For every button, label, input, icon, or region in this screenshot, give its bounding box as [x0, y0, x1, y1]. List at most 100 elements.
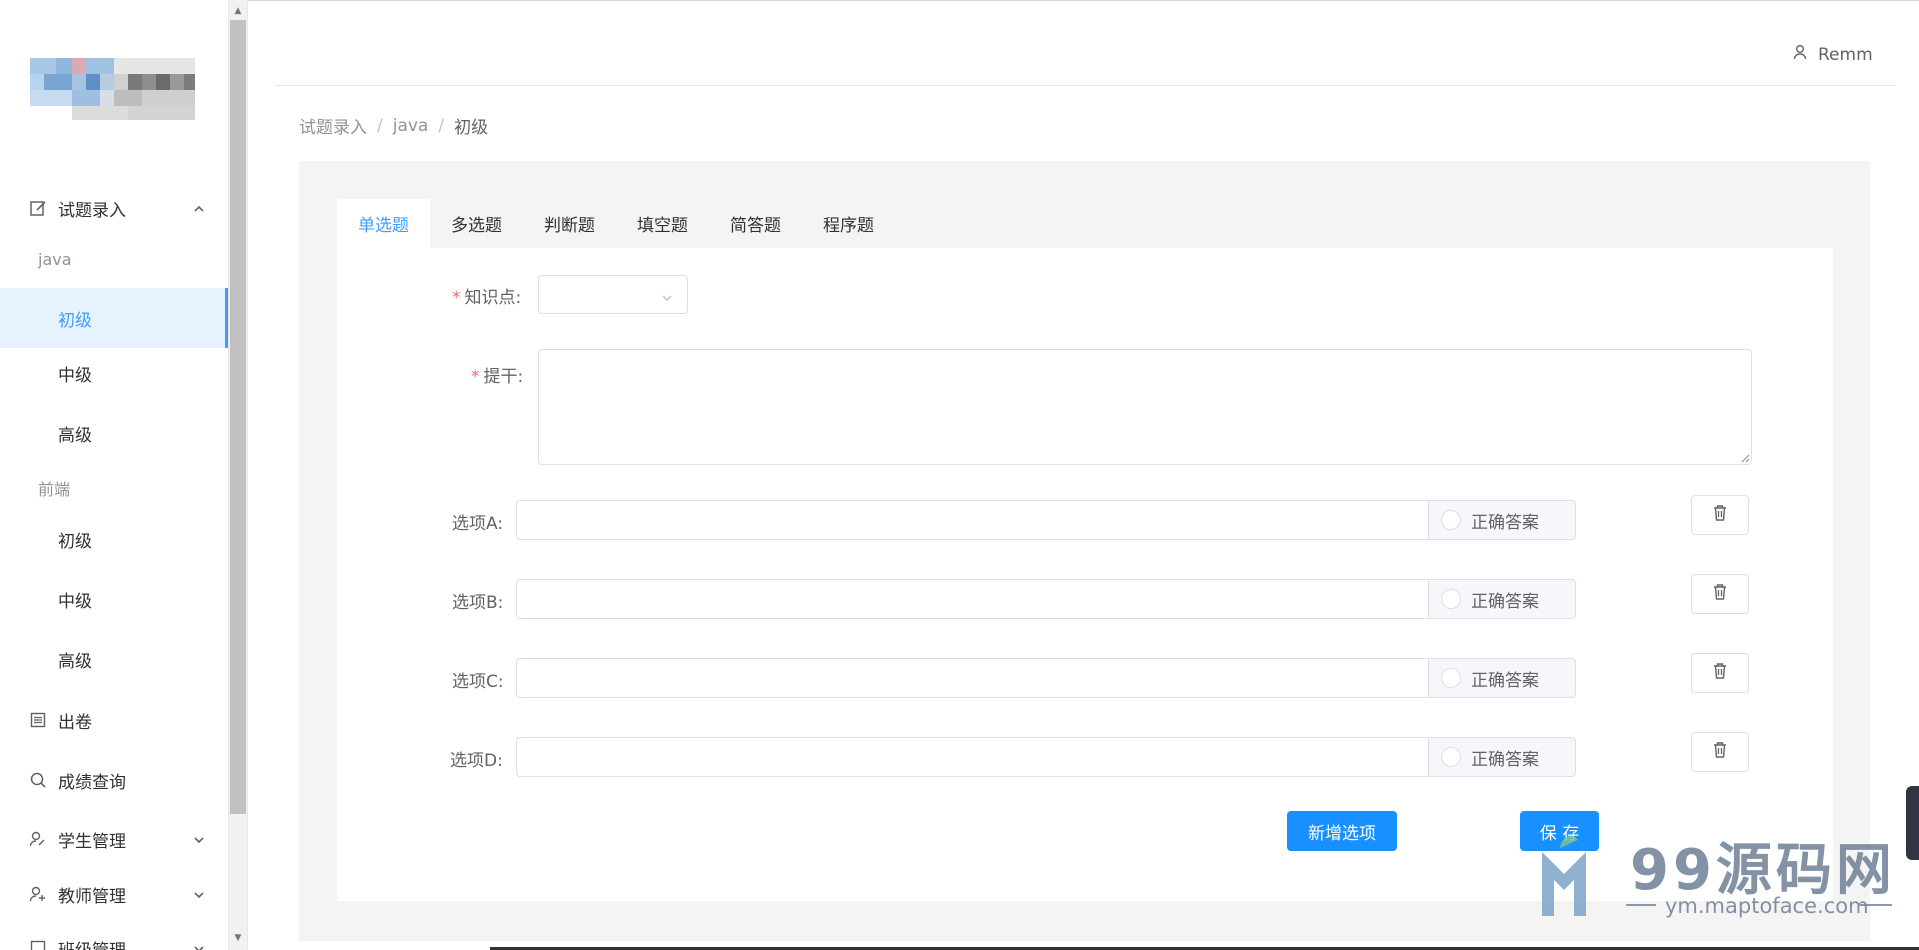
- breadcrumb-item[interactable]: 试题录入: [299, 113, 367, 138]
- user-icon: [1792, 44, 1808, 65]
- user-add-icon: [28, 884, 48, 904]
- menu-class-management[interactable]: 班级管理: [0, 936, 228, 950]
- scroll-up-arrow-icon[interactable]: ▲: [232, 5, 244, 17]
- chevron-down-icon: [661, 289, 673, 301]
- trash-icon: [1712, 583, 1728, 605]
- sidebar-item-label: 初级: [58, 531, 92, 552]
- tab-single-choice[interactable]: 单选题: [337, 199, 430, 248]
- option-c-input[interactable]: [516, 658, 1428, 698]
- sidebar-item-frontend-intermediate[interactable]: 中级: [0, 569, 228, 629]
- correct-answer-label: 正确答案: [1471, 670, 1539, 691]
- question-type-tabs: 单选题 多选题 判断题 填空题 简答题 程序题: [337, 199, 895, 248]
- menu-question-entry-label: 试题录入: [58, 200, 126, 221]
- correct-answer-label: 正确答案: [1471, 591, 1539, 612]
- sidebar-item-frontend-advanced[interactable]: 高级: [0, 629, 228, 689]
- menu-class-management-label: 班级管理: [58, 936, 126, 950]
- resize-handle-icon[interactable]: [1740, 453, 1750, 463]
- option-b-delete-button[interactable]: [1691, 574, 1749, 614]
- watermark-line-left: [1626, 904, 1656, 906]
- menu-score-query-label: 成绩查询: [58, 772, 126, 793]
- option-c-delete-button[interactable]: [1691, 653, 1749, 693]
- sidebar: 试题录入 java 初级 中级 高级 前端 初级 中级 高级 出卷 成绩查询 学…: [0, 0, 228, 950]
- sidebar-scrollbar-thumb[interactable]: [230, 20, 246, 814]
- breadcrumb-separator: /: [377, 115, 383, 136]
- option-a-input[interactable]: [516, 500, 1428, 540]
- sidebar-item-label: 初级: [58, 310, 92, 331]
- add-option-button[interactable]: 新增选项: [1287, 811, 1397, 851]
- stem-textarea[interactable]: [538, 349, 1752, 465]
- menu-student-management[interactable]: 学生管理: [0, 827, 228, 852]
- radio-icon: [1441, 589, 1461, 609]
- header-divider: [275, 85, 1895, 86]
- breadcrumb: 试题录入 / java / 初级: [299, 113, 489, 139]
- watermark-line-right: [1860, 904, 1892, 906]
- radio-icon: [1441, 668, 1461, 688]
- sidebar-item-label: 高级: [58, 651, 92, 672]
- trash-icon: [1712, 504, 1728, 526]
- chevron-down-icon: [192, 941, 206, 950]
- option-b-correct-radio[interactable]: 正确答案: [1428, 579, 1576, 619]
- sidebar-item-label: 中级: [58, 365, 92, 386]
- option-d-input[interactable]: [516, 737, 1428, 777]
- scroll-down-arrow-icon[interactable]: ▼: [232, 932, 244, 944]
- tab-multiple-choice[interactable]: 多选题: [430, 199, 523, 248]
- option-d-delete-button[interactable]: [1691, 732, 1749, 772]
- menu-exam-label: 出卷: [58, 712, 92, 733]
- option-a-correct-radio[interactable]: 正确答案: [1428, 500, 1576, 540]
- radio-icon: [1441, 510, 1461, 530]
- option-d-correct-radio[interactable]: 正确答案: [1428, 737, 1576, 777]
- menu-score-query[interactable]: 成绩查询: [0, 768, 228, 793]
- user-edit-icon: [28, 829, 48, 849]
- sidebar-item-java-advanced[interactable]: 高级: [0, 403, 228, 463]
- sidebar-item-label: 中级: [58, 591, 92, 612]
- tab-short-answer[interactable]: 简答题: [709, 199, 802, 248]
- tab-fill-blank[interactable]: 填空题: [616, 199, 709, 248]
- correct-answer-label: 正确答案: [1471, 512, 1539, 533]
- sidebar-item-java-beginner[interactable]: 初级: [0, 288, 228, 348]
- option-a-label: 选项A:: [452, 514, 504, 534]
- sidebar-item-java-intermediate[interactable]: 中级: [0, 343, 228, 403]
- option-b-input[interactable]: [516, 579, 1428, 619]
- group-java: java: [38, 250, 72, 269]
- document-icon: [28, 710, 48, 730]
- trash-icon: [1712, 741, 1728, 763]
- sidebar-item-label: 高级: [58, 425, 92, 446]
- logo: [30, 58, 195, 120]
- tab-programming[interactable]: 程序题: [802, 199, 895, 248]
- group-frontend: 前端: [38, 480, 71, 499]
- breadcrumb-current: 初级: [454, 118, 489, 138]
- chevron-down-icon: [192, 887, 206, 901]
- user-menu[interactable]: Remm: [1792, 44, 1873, 65]
- sidebar-item-frontend-beginner[interactable]: 初级: [0, 509, 228, 569]
- breadcrumb-separator: /: [438, 115, 445, 136]
- watermark-url: ym.maptoface.com: [1665, 894, 1869, 918]
- option-b-label: 选项B:: [452, 593, 504, 613]
- required-mark: *: [452, 288, 461, 308]
- correct-answer-label: 正确答案: [1471, 749, 1539, 770]
- edit-icon: [28, 198, 48, 218]
- chevron-down-icon: [192, 832, 206, 846]
- form-card: [337, 248, 1833, 901]
- knowledge-point-label: * 知识点:: [452, 283, 521, 308]
- side-widget[interactable]: [1906, 786, 1919, 860]
- radio-icon: [1441, 747, 1461, 767]
- menu-exam[interactable]: 出卷: [0, 708, 228, 733]
- top-border: [0, 0, 1919, 1]
- option-d-label: 选项D:: [450, 751, 503, 771]
- trash-icon: [1712, 662, 1728, 684]
- option-c-correct-radio[interactable]: 正确答案: [1428, 658, 1576, 698]
- option-c-label: 选项C:: [452, 672, 504, 692]
- stem-label: * 提干:: [471, 362, 523, 387]
- knowledge-point-label-text: 知识点:: [464, 288, 522, 308]
- user-name: Remm: [1818, 44, 1873, 65]
- class-icon: [28, 938, 48, 950]
- chevron-up-icon: [192, 201, 206, 215]
- stem-label-text: 提干:: [483, 367, 524, 387]
- menu-teacher-management[interactable]: 教师管理: [0, 882, 228, 907]
- menu-student-management-label: 学生管理: [58, 831, 126, 852]
- tab-true-false[interactable]: 判断题: [523, 199, 616, 248]
- knowledge-point-select[interactable]: [538, 275, 688, 314]
- breadcrumb-item[interactable]: java: [393, 116, 429, 136]
- option-a-delete-button[interactable]: [1691, 495, 1749, 535]
- menu-question-entry[interactable]: 试题录入: [0, 196, 228, 221]
